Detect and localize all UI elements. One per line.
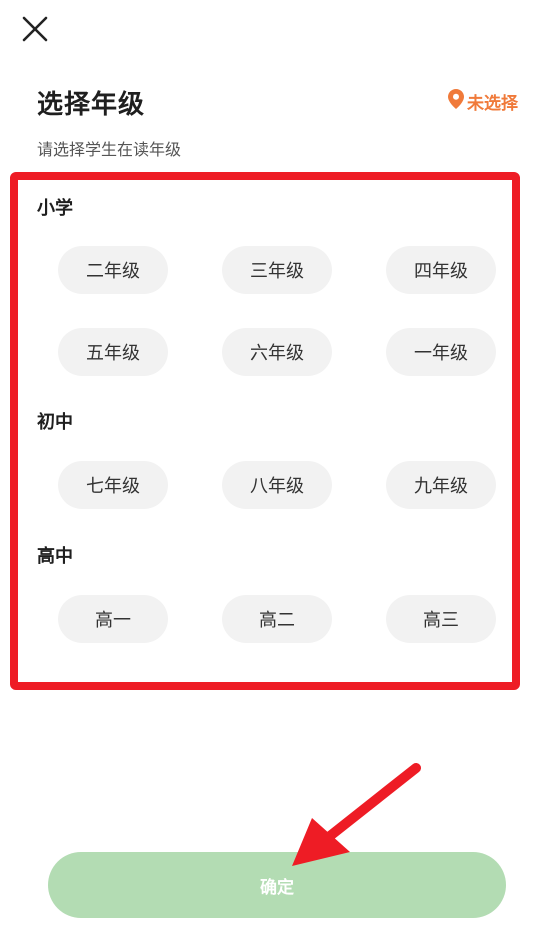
location-pin-icon [448, 89, 464, 114]
grade-chip[interactable]: 四年级 [386, 246, 496, 294]
grade-chip[interactable]: 六年级 [222, 328, 332, 376]
grade-chip[interactable]: 二年级 [58, 246, 168, 294]
section-label-junior: 初中 [37, 412, 73, 433]
grade-chip[interactable]: 高一 [58, 595, 168, 643]
page-title: 选择年级 [37, 90, 146, 120]
grade-chip[interactable]: 八年级 [222, 461, 332, 509]
confirm-button[interactable]: 确定 [48, 852, 506, 918]
grade-chip[interactable]: 五年级 [58, 328, 168, 376]
grade-chip[interactable]: 三年级 [222, 246, 332, 294]
grade-chip[interactable]: 九年级 [386, 461, 496, 509]
location-selector[interactable]: 未选择 [448, 89, 518, 114]
section-label-primary: 小学 [37, 198, 73, 219]
grade-chip[interactable]: 高三 [386, 595, 496, 643]
close-icon[interactable] [18, 12, 52, 46]
grade-picker-page: 选择年级 未选择 请选择学生在读年级 小学 二年级 三年级 四年级 五年级 六年… [0, 0, 554, 948]
location-label: 未选择 [467, 94, 518, 114]
grade-chip[interactable]: 高二 [222, 595, 332, 643]
grade-chip[interactable]: 七年级 [58, 461, 168, 509]
page-subtitle: 请选择学生在读年级 [37, 140, 182, 159]
grade-chip[interactable]: 一年级 [386, 328, 496, 376]
section-label-senior: 高中 [37, 546, 73, 567]
